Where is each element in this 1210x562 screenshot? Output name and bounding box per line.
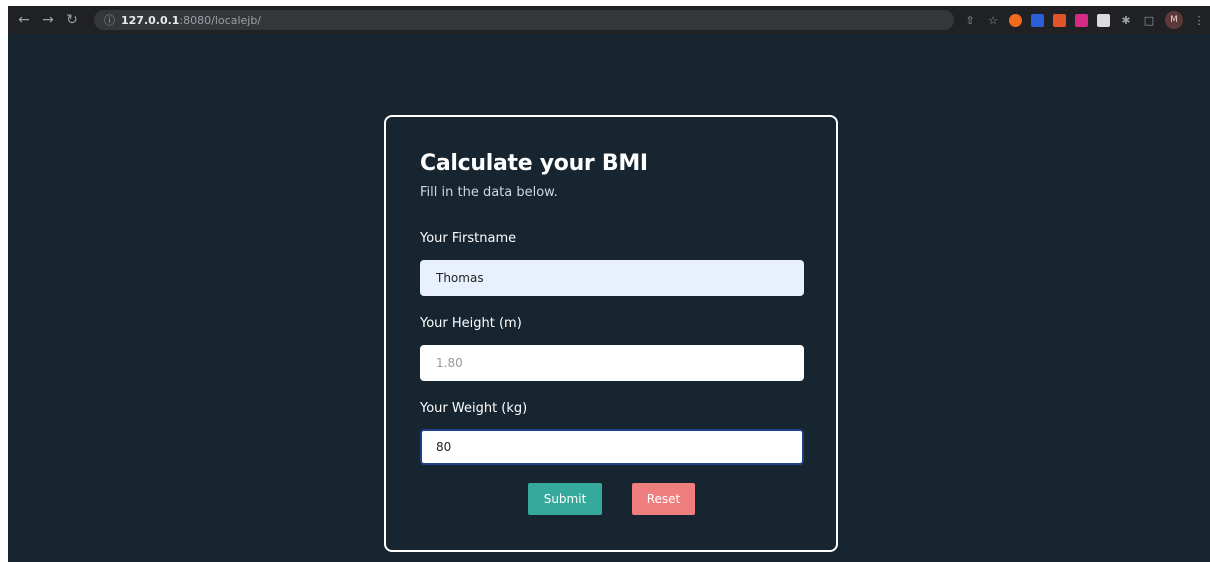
nav-controls: ← → ↻ xyxy=(12,8,84,32)
share-icon[interactable]: ⇧ xyxy=(963,13,977,27)
toolbar-actions: ⇧ ☆ ✱ □ M ⋮ xyxy=(963,6,1206,34)
site-info-icon[interactable]: ⓘ xyxy=(104,12,115,28)
height-input[interactable] xyxy=(420,345,804,381)
bmi-form-card: Calculate your BMI Fill in the data belo… xyxy=(384,115,838,552)
reload-icon[interactable]: ↻ xyxy=(60,8,84,32)
extension-orange-icon[interactable] xyxy=(1009,13,1022,27)
profile-avatar[interactable]: M xyxy=(1165,11,1183,29)
address-bar[interactable]: ⓘ 127.0.0.1:8080/localejb/ xyxy=(94,10,954,30)
extension-w-icon[interactable] xyxy=(1031,13,1044,27)
browser-toolbar: ← → ↻ ⓘ 127.0.0.1:8080/localejb/ ⇧ ☆ ✱ □… xyxy=(8,6,1210,34)
app-frame: ← → ↻ ⓘ 127.0.0.1:8080/localejb/ ⇧ ☆ ✱ □… xyxy=(8,6,1210,562)
firstname-input[interactable] xyxy=(420,260,804,296)
height-label: Your Height (m) xyxy=(420,316,522,331)
back-arrow-icon[interactable]: ← xyxy=(12,8,36,32)
reset-button[interactable]: Reset xyxy=(632,483,695,515)
extensions-puzzle-icon[interactable]: ✱ xyxy=(1119,13,1133,27)
weight-label: Your Weight (kg) xyxy=(420,401,528,416)
url-path: :8080/localejb/ xyxy=(179,13,262,27)
form-subtitle: Fill in the data below. xyxy=(420,185,558,200)
submit-button[interactable]: Submit xyxy=(528,483,602,515)
extension-percent-icon[interactable] xyxy=(1053,13,1066,27)
menu-kebab-icon[interactable]: ⋮ xyxy=(1192,13,1206,27)
extension-grid-icon[interactable] xyxy=(1075,13,1088,27)
extension-page-icon[interactable] xyxy=(1097,13,1110,27)
url-host: 127.0.0.1 xyxy=(121,13,180,27)
form-title: Calculate your BMI xyxy=(420,151,648,176)
bookmark-star-icon[interactable]: ☆ xyxy=(986,13,1000,27)
weight-input[interactable] xyxy=(420,429,804,465)
firstname-label: Your Firstname xyxy=(420,231,517,246)
side-panel-icon[interactable]: □ xyxy=(1142,13,1156,27)
forward-arrow-icon[interactable]: → xyxy=(36,8,60,32)
